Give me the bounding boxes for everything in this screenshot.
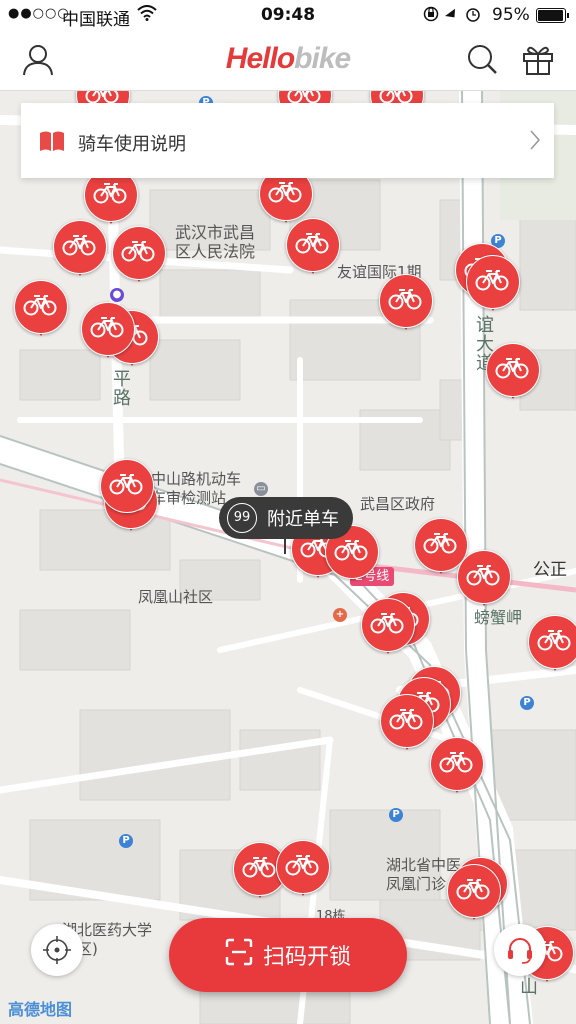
bike-pin[interactable] bbox=[447, 864, 501, 928]
bubble-pointer bbox=[284, 538, 286, 554]
bicycle-icon bbox=[466, 565, 500, 586]
bike-pin[interactable] bbox=[286, 218, 340, 282]
customer-service-button[interactable] bbox=[494, 924, 546, 976]
hospital-poi-icon: + bbox=[333, 608, 347, 622]
status-bar: ●●○○○ 中国联通 09:48 95% bbox=[0, 0, 576, 30]
bicycle-icon bbox=[334, 540, 368, 561]
map-label-ping-road: 平 路 bbox=[113, 369, 131, 409]
top-nav-bar: Hellobike bbox=[0, 30, 576, 91]
bicycle-icon bbox=[423, 533, 457, 554]
status-icons bbox=[423, 5, 485, 27]
transit-poi-icon: ▭ bbox=[254, 482, 268, 496]
logo-part-hello: Hello bbox=[225, 42, 295, 75]
riding-guide-card[interactable]: 骑车使用说明 bbox=[21, 103, 554, 178]
bicycle-icon bbox=[537, 630, 571, 651]
bike-pin[interactable] bbox=[379, 274, 433, 338]
guide-title: 骑车使用说明 bbox=[78, 134, 186, 155]
bicycle-icon bbox=[109, 474, 143, 495]
battery-percent: 95% bbox=[492, 5, 530, 25]
bicycle-icon bbox=[242, 857, 276, 878]
logo-part-bike: bike bbox=[294, 42, 351, 75]
bicycle-icon bbox=[285, 855, 319, 876]
parking-poi-icon: P bbox=[520, 696, 534, 710]
bicycle-icon bbox=[93, 183, 127, 204]
scan-unlock-label: 扫码开锁 bbox=[262, 945, 351, 970]
map-label-gongzheng: 公正 bbox=[533, 560, 567, 580]
nearby-bikes-bubble[interactable]: 99 附近单车 bbox=[219, 497, 353, 539]
bike-pin[interactable] bbox=[430, 737, 484, 801]
bike-pin[interactable] bbox=[457, 550, 511, 614]
bike-pin[interactable] bbox=[466, 255, 520, 319]
bike-pin[interactable] bbox=[112, 226, 166, 290]
bicycle-icon bbox=[370, 613, 404, 634]
locate-button[interactable] bbox=[31, 924, 83, 976]
bicycle-icon bbox=[268, 182, 302, 203]
nearby-count: 99 bbox=[227, 503, 257, 533]
bike-pin[interactable] bbox=[53, 220, 107, 284]
bicycle-icon bbox=[90, 317, 124, 338]
search-icon[interactable] bbox=[462, 40, 502, 80]
parking-poi-icon: P bbox=[119, 834, 133, 848]
bike-pin[interactable] bbox=[380, 694, 434, 758]
bicycle-icon bbox=[475, 270, 509, 291]
map-label-fenghuangshan: 凤凰山社区 bbox=[138, 588, 214, 606]
scan-icon bbox=[225, 938, 263, 972]
bicycle-icon bbox=[295, 233, 329, 254]
map-label-court: 武汉市武昌 区人民法院 bbox=[175, 223, 256, 261]
bicycle-icon bbox=[439, 752, 473, 773]
chevron-right-icon bbox=[528, 129, 542, 155]
bike-pin[interactable] bbox=[486, 343, 540, 407]
book-icon bbox=[39, 130, 65, 156]
bicycle-icon bbox=[495, 358, 529, 379]
bike-pin[interactable] bbox=[528, 615, 576, 679]
bicycle-icon bbox=[389, 709, 423, 730]
map-label-govt: 武昌区政府 bbox=[360, 495, 436, 513]
location-poi-icon: ● bbox=[110, 288, 124, 302]
battery-icon bbox=[536, 8, 569, 23]
bicycle-icon bbox=[121, 241, 155, 262]
amap-attribution: 高德地图 bbox=[8, 1000, 73, 1019]
parking-poi-icon: P bbox=[389, 808, 403, 822]
bike-pin[interactable] bbox=[81, 302, 135, 366]
bike-pin[interactable] bbox=[100, 459, 154, 523]
bicycle-icon bbox=[23, 295, 57, 316]
bicycle-icon bbox=[456, 879, 490, 900]
clock: 09:48 bbox=[260, 5, 316, 25]
gift-icon[interactable] bbox=[518, 40, 558, 80]
bike-pin[interactable] bbox=[361, 598, 415, 662]
bike-pin[interactable] bbox=[276, 840, 330, 904]
bike-pin[interactable] bbox=[14, 280, 68, 344]
scan-unlock-button[interactable]: 扫码开锁 bbox=[169, 918, 407, 992]
nearby-label: 附近单车 bbox=[267, 509, 339, 530]
bicycle-icon bbox=[62, 235, 96, 256]
bicycle-icon bbox=[388, 289, 422, 310]
